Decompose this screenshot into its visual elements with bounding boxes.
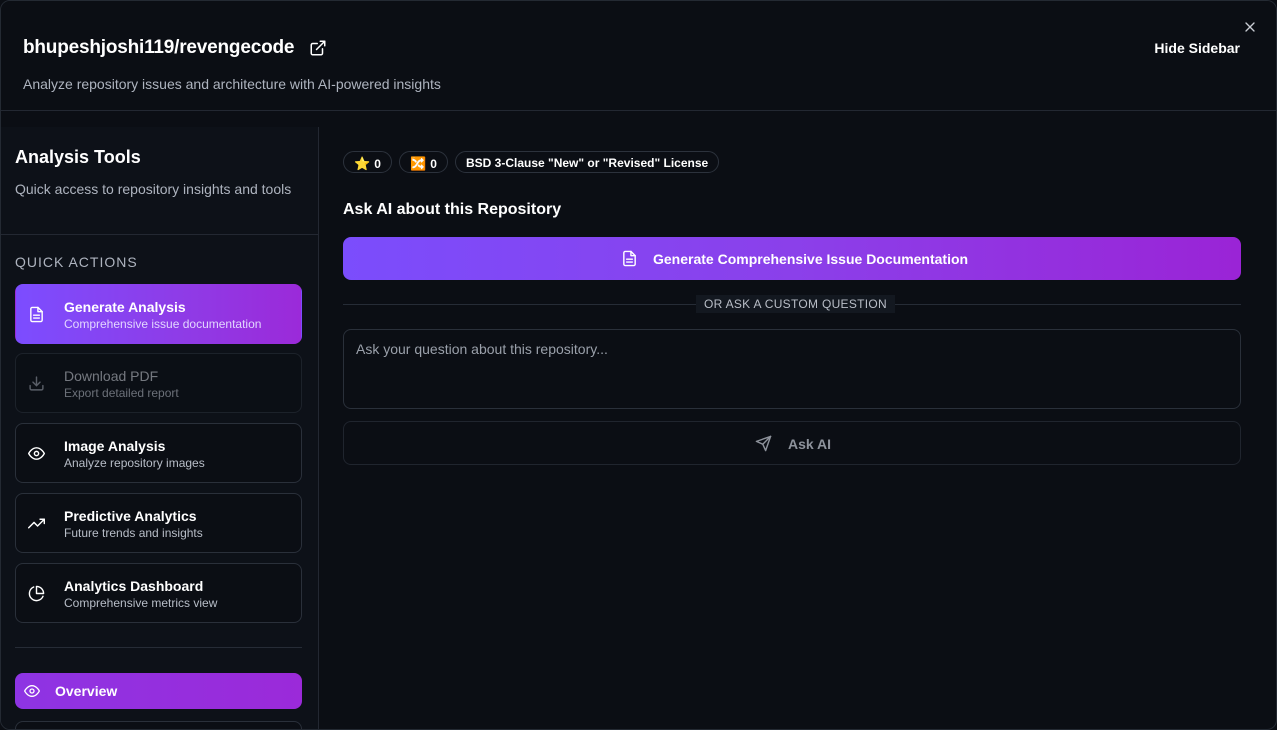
repository-modal: bhupeshjoshi119/revengecode Analyze repo…	[0, 0, 1277, 730]
sidebar-divider	[15, 647, 302, 648]
generate-analysis-sublabel: Comprehensive issue documentation	[64, 317, 262, 331]
stars-count: 0	[374, 157, 381, 171]
generate-documentation-button[interactable]: Generate Comprehensive Issue Documentati…	[343, 237, 1241, 280]
forks-count: 0	[430, 157, 437, 171]
stars-badge: ⭐ 0	[343, 151, 392, 173]
main-panel: ⭐ 0 🔀 0 BSD 3-Clause "New" or "Revised" Li…	[319, 127, 1276, 729]
modal-header: bhupeshjoshi119/revengecode Analyze repo…	[1, 1, 1276, 111]
question-input[interactable]	[343, 329, 1241, 409]
sidebar: Analysis Tools Quick access to repositor…	[1, 127, 319, 729]
predictive-analytics-label: Predictive Analytics	[64, 508, 197, 524]
nav-item-partial[interactable]	[15, 721, 302, 729]
license-badge: BSD 3-Clause "New" or "Revised" License	[455, 151, 720, 173]
eye-icon	[24, 683, 40, 699]
download-pdf-button[interactable]: Download PDF Export detailed report	[15, 353, 302, 413]
fork-icon: 🔀	[410, 156, 427, 171]
analytics-dashboard-button[interactable]: Analytics Dashboard Comprehensive metric…	[15, 563, 302, 623]
close-icon[interactable]	[1242, 19, 1258, 35]
image-analysis-label: Image Analysis	[64, 438, 166, 454]
download-pdf-label: Download PDF	[64, 368, 159, 384]
ask-ai-button[interactable]: Ask AI	[343, 421, 1241, 465]
download-pdf-sublabel: Export detailed report	[64, 386, 179, 400]
predictive-analytics-sublabel: Future trends and insights	[64, 526, 203, 540]
nav-overview-label: Overview	[55, 683, 118, 699]
ask-ai-label: Ask AI	[788, 436, 832, 452]
generate-analysis-label: Generate Analysis	[64, 299, 186, 315]
predictive-analytics-button[interactable]: Predictive Analytics Future trends and i…	[15, 493, 302, 553]
ask-ai-title: Ask AI about this Repository	[343, 201, 562, 218]
sidebar-header: Analysis Tools Quick access to repositor…	[1, 127, 318, 235]
hide-sidebar-button[interactable]: Hide Sidebar	[1154, 40, 1240, 56]
trending-up-icon	[28, 515, 45, 532]
document-icon	[621, 250, 638, 267]
external-link-icon[interactable]	[309, 39, 327, 57]
repository-title: bhupeshjoshi119/revengecode	[23, 37, 295, 58]
divider-label: OR ASK A CUSTOM QUESTION	[696, 295, 896, 313]
header-subtitle: Analyze repository issues and architectu…	[23, 76, 441, 92]
sidebar-description: Quick access to repository insights and …	[15, 181, 292, 197]
document-icon	[28, 306, 45, 323]
send-icon	[755, 435, 772, 452]
forks-badge: 🔀 0	[399, 151, 448, 173]
generate-analysis-button[interactable]: Generate Analysis Comprehensive issue do…	[15, 284, 302, 344]
download-icon	[28, 375, 45, 392]
star-icon: ⭐	[354, 156, 371, 171]
analytics-dashboard-label: Analytics Dashboard	[64, 578, 204, 594]
nav-overview[interactable]: Overview	[15, 673, 302, 709]
sidebar-title: Analysis Tools	[15, 147, 141, 167]
analytics-dashboard-sublabel: Comprehensive metrics view	[64, 596, 218, 610]
generate-documentation-label: Generate Comprehensive Issue Documentati…	[653, 251, 969, 267]
eye-icon	[28, 445, 45, 462]
image-analysis-button[interactable]: Image Analysis Analyze repository images	[15, 423, 302, 483]
pie-chart-icon	[28, 585, 45, 602]
image-analysis-sublabel: Analyze repository images	[64, 456, 205, 470]
quick-actions-label: QUICK ACTIONS	[15, 254, 138, 270]
